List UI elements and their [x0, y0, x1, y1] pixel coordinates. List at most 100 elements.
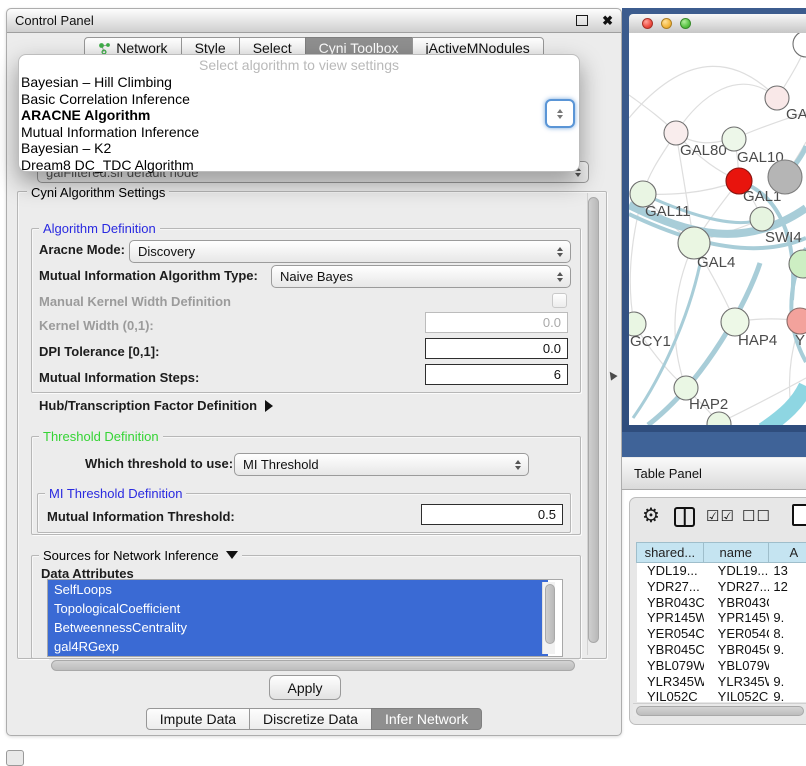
table-cell: YPR145W: [704, 610, 770, 626]
algorithm-popup-item[interactable]: ARACNE Algorithm: [19, 107, 579, 124]
tab-impute-data[interactable]: Impute Data: [146, 708, 250, 730]
table-column-header[interactable]: shared...: [636, 542, 704, 563]
network-node[interactable]: [768, 160, 802, 194]
network-graph[interactable]: GALGAL80GAL10GAL1GAL11SWI4GAL4GCY1HAP4YH…: [629, 33, 806, 425]
table-cell: YIL052C: [704, 689, 770, 702]
sources-legend[interactable]: Sources for Network Inference: [39, 548, 242, 563]
aracne-mode-combobox[interactable]: Discovery: [129, 240, 571, 263]
dpi-tolerance-field[interactable]: 0.0: [425, 338, 568, 359]
aracne-mode-label: Aracne Mode:: [39, 242, 125, 257]
table-column-header[interactable]: A: [768, 542, 806, 563]
tab-discretize-data[interactable]: Discretize Data: [249, 708, 372, 730]
mi-steps-value: 6: [554, 367, 561, 382]
table-row[interactable]: YPR145WYPR145W9.: [637, 610, 806, 626]
network-node[interactable]: [793, 33, 806, 57]
mi-threshold-field[interactable]: 0.5: [421, 504, 563, 525]
table-cell: [769, 658, 806, 674]
dpi-tolerance-label: DPI Tolerance [0,1]:: [39, 344, 159, 359]
manual-kernel-checkbox[interactable]: [552, 293, 567, 308]
node-label: GAL: [786, 106, 806, 123]
table-cell: 8.: [769, 626, 806, 642]
settings-scrollbar-thumb[interactable]: [588, 197, 599, 643]
table-cell: 9.: [769, 610, 806, 626]
network-window-titlebar[interactable]: [629, 14, 806, 33]
minimized-panel-icon[interactable]: [6, 750, 24, 766]
attribute-list-item[interactable]: TopologicalCoefficient: [48, 599, 548, 618]
attributes-scrollbar-track[interactable]: [542, 582, 555, 654]
table-row[interactable]: YBL079WYBL079W: [637, 658, 806, 674]
algorithm-popup-item[interactable]: Bayesian – Hill Climbing: [19, 74, 579, 91]
attribute-list-item[interactable]: gal4RGexp: [48, 637, 548, 656]
float-window-icon[interactable]: [576, 15, 588, 26]
settings-hscrollbar-thumb[interactable]: [51, 660, 575, 671]
mi-threshold-value: 0.5: [538, 507, 556, 522]
algorithm-popup-item[interactable]: Basic Correlation Inference: [19, 91, 579, 108]
algorithm-popup-item[interactable]: Mutual Information Inference: [19, 124, 579, 141]
mi-threshold-label: Mutual Information Threshold:: [47, 509, 235, 524]
table-row[interactable]: YBR043CYBR043C: [637, 595, 806, 611]
close-traffic-light[interactable]: [642, 18, 653, 29]
gear-icon[interactable]: ⚙: [642, 503, 660, 528]
table-row[interactable]: YDL19...YDL19...13: [637, 563, 806, 579]
table-cell: YIL052C: [637, 689, 704, 702]
network-node-swi4[interactable]: [750, 207, 774, 231]
settings-hscrollbar-track[interactable]: [49, 659, 579, 671]
table-cell: YBR043C: [704, 595, 770, 611]
close-icon[interactable]: ✖: [602, 14, 613, 27]
manual-kernel-label: Manual Kernel Width Definition: [39, 294, 231, 309]
focused-spinner-fragment[interactable]: [545, 99, 575, 128]
mi-threshold-legend: MI Threshold Definition: [45, 486, 186, 501]
columns-icon[interactable]: [674, 507, 695, 527]
node-label: GAL80: [680, 142, 727, 159]
which-threshold-combobox[interactable]: MI Threshold: [234, 453, 529, 476]
minimize-traffic-light[interactable]: [661, 18, 672, 29]
desktop: { "control_panel": { "title": "Control P…: [0, 0, 806, 762]
mi-type-value: Naive Bayes: [280, 269, 353, 284]
data-attributes-list[interactable]: SelfLoopsTopologicalCoefficientBetweenne…: [47, 579, 563, 657]
table-row[interactable]: YIL052CYIL052C9.: [637, 689, 806, 702]
kernel-width-field[interactable]: 0.0: [425, 312, 568, 333]
select-all-checkboxes-icon[interactable]: ☑☑: [706, 507, 735, 525]
table-row[interactable]: YER054CYER054C8.: [637, 626, 806, 642]
table-row[interactable]: YBR045CYBR045C9.: [637, 642, 806, 658]
algorithm-popup-item[interactable]: Dream8 DC_TDC Algorithm: [19, 157, 579, 174]
attributes-scrollbar-thumb[interactable]: [545, 584, 555, 644]
table-cell: [769, 595, 806, 611]
table-cell: YLR345W: [637, 674, 704, 690]
apply-button-label: Apply: [287, 680, 322, 696]
node-label: GCY1: [630, 333, 671, 350]
table-hscrollbar-track[interactable]: [633, 703, 806, 716]
mi-type-combobox[interactable]: Naive Bayes: [271, 265, 571, 288]
deselect-all-checkboxes-icon[interactable]: ☐☐: [742, 507, 771, 525]
dpi-tolerance-value: 0.0: [543, 341, 561, 356]
new-table-icon[interactable]: [792, 504, 806, 526]
cyni-settings-legend: Cyni Algorithm Settings: [27, 185, 169, 200]
kernel-width-value: 0.0: [543, 315, 561, 330]
table-cell: YER054C: [637, 626, 704, 642]
table-row[interactable]: YDR27...YDR27...12: [637, 579, 806, 595]
table-header-row: shared...nameA: [637, 542, 806, 563]
control-panel-titlebar[interactable]: Control Panel ✖: [7, 9, 621, 33]
table-hscrollbar-thumb[interactable]: [636, 706, 804, 716]
attribute-list-item[interactable]: BetweennessCentrality: [48, 618, 548, 637]
algorithm-popup-item[interactable]: Bayesian – K2: [19, 140, 579, 157]
table-row[interactable]: YLR345WYLR345W9.: [637, 674, 806, 690]
expanded-arrow-icon: [226, 551, 238, 559]
table-cell: YDR27...: [704, 579, 770, 595]
attribute-list-item[interactable]: SelfLoops: [48, 580, 548, 599]
hub-definition-toggle[interactable]: Hub/Transcription Factor Definition: [39, 398, 273, 413]
table-column-header[interactable]: name: [703, 542, 769, 563]
network-node-gal10[interactable]: [722, 127, 746, 151]
table-panel-titlebar[interactable]: Table Panel: [622, 457, 806, 490]
threshold-definition-legend: Threshold Definition: [39, 429, 163, 444]
which-threshold-label: Which threshold to use:: [85, 456, 233, 471]
network-canvas[interactable]: GALGAL80GAL10GAL1GAL11SWI4GAL4GCY1HAP4YH…: [629, 33, 806, 425]
tab-infer-network[interactable]: Infer Network: [371, 708, 482, 730]
apply-button[interactable]: Apply: [269, 675, 341, 700]
zoom-traffic-light[interactable]: [680, 18, 691, 29]
mi-steps-field[interactable]: 6: [425, 364, 568, 385]
node-attribute-table: shared...nameA YDL19...YDL19...13YDR27..…: [637, 542, 806, 702]
table-cell: YDL19...: [704, 563, 770, 579]
algorithm-popup-placeholder: Select algorithm to view settings: [19, 57, 579, 74]
table-cell: 12: [769, 579, 806, 595]
